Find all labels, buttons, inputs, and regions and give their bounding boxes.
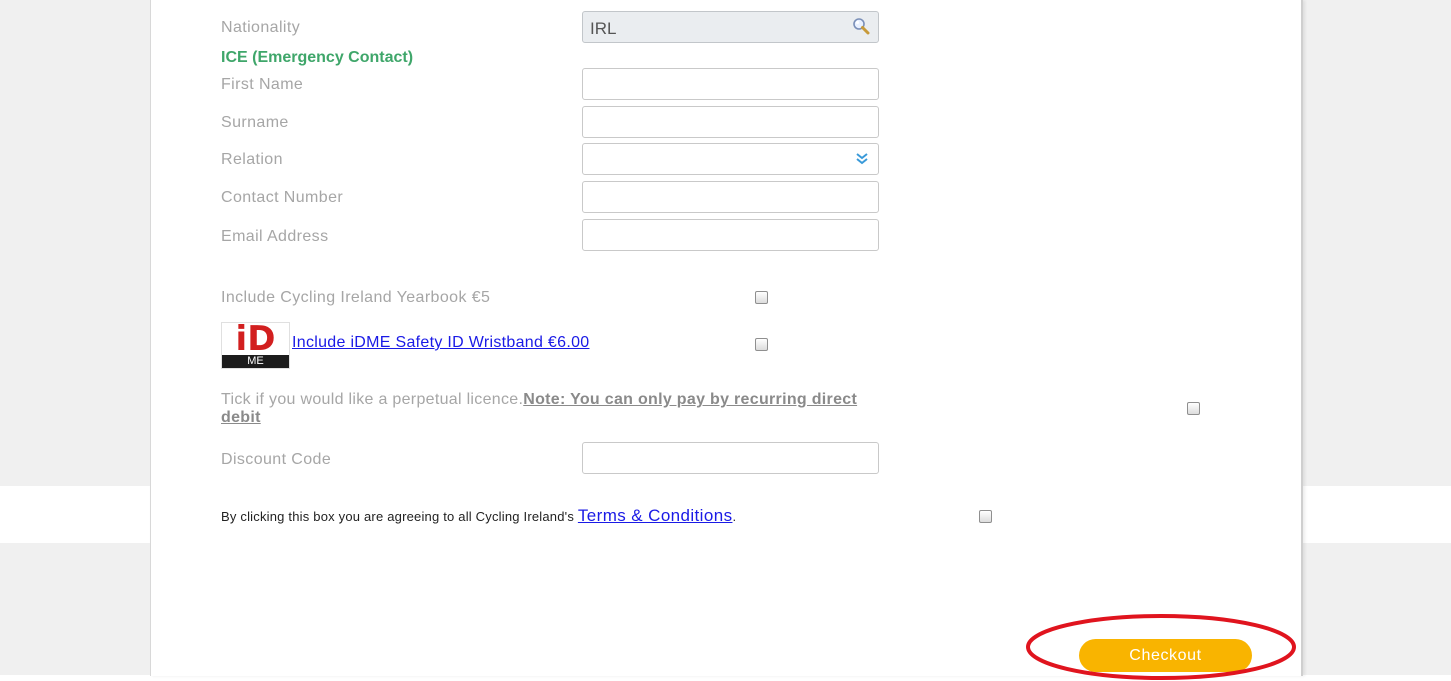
terms-conditions-link[interactable]: Terms & Conditions xyxy=(578,506,733,525)
relation-select[interactable] xyxy=(582,143,879,175)
yearbook-checkbox[interactable] xyxy=(755,291,768,304)
ice-section-heading: ICE (Emergency Contact) xyxy=(221,49,414,66)
discount-code-label: Discount Code xyxy=(221,451,332,468)
nationality-field[interactable]: IRL xyxy=(582,11,879,43)
idme-logo-top: iD xyxy=(235,319,276,359)
idme-logo: iD ME xyxy=(221,322,290,369)
perpetual-licence-text: Tick if you would like a perpetual licen… xyxy=(221,391,1141,427)
idme-wristband-link[interactable]: Include iDME Safety ID Wristband €6.00 xyxy=(292,334,589,352)
idme-checkbox[interactable] xyxy=(755,338,768,351)
yearbook-label: Include Cycling Ireland Yearbook €5 xyxy=(221,289,491,306)
relation-label: Relation xyxy=(221,151,283,168)
perpetual-note-line1: Note: You can only pay by recurring dire… xyxy=(523,391,858,408)
terms-statement: By clicking this box you are agreeing to… xyxy=(221,506,736,526)
nationality-value: IRL xyxy=(590,19,617,38)
search-icon[interactable] xyxy=(852,17,870,35)
email-field[interactable] xyxy=(582,219,879,251)
perpetual-licence-label: Tick if you would like a perpetual licen… xyxy=(221,391,524,408)
terms-checkbox[interactable] xyxy=(979,510,992,523)
discount-code-field[interactable] xyxy=(582,442,879,474)
chevron-double-down-icon xyxy=(856,153,868,165)
surname-label: Surname xyxy=(221,114,289,131)
contact-number-label: Contact Number xyxy=(221,189,344,206)
idme-logo-bottom: ME xyxy=(222,355,289,368)
first-name-field[interactable] xyxy=(582,68,879,100)
perpetual-note-line2: debit xyxy=(221,409,261,426)
terms-prefix: By clicking this box you are agreeing to… xyxy=(221,509,578,524)
perpetual-licence-checkbox[interactable] xyxy=(1187,402,1200,415)
first-name-label: First Name xyxy=(221,76,304,93)
nationality-label: Nationality xyxy=(221,19,301,36)
checkout-button[interactable]: Checkout xyxy=(1079,639,1252,672)
surname-field[interactable] xyxy=(582,106,879,138)
email-label: Email Address xyxy=(221,228,329,245)
terms-suffix: . xyxy=(732,509,737,524)
contact-number-field[interactable] xyxy=(582,181,879,213)
